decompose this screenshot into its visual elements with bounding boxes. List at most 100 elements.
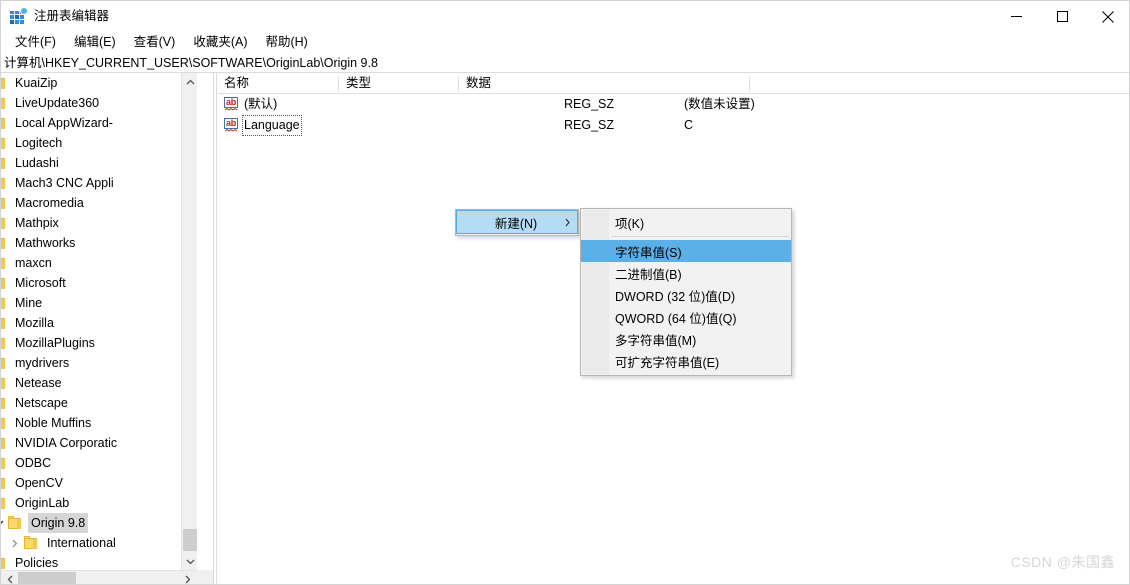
tree-vertical-scrollbar[interactable] [181,73,197,570]
tree-node[interactable]: KuaiZip [1,73,197,93]
tree-node[interactable]: Mine [1,293,197,313]
folder-icon [1,96,7,110]
tree-node-label: LiveUpdate360 [15,96,100,110]
address-bar[interactable]: 计算机\HKEY_CURRENT_USER\SOFTWARE\OriginLab… [1,54,1129,73]
tree-node-label: Mozilla [15,316,54,330]
tree-node[interactable]: Local AppWizard- [1,113,197,133]
scroll-right-arrow-icon[interactable] [179,571,196,584]
csdn-watermark: CSDN @朱国鑫 [1010,554,1115,570]
value-row[interactable]: ab Language REG_SZ C [218,115,1129,136]
tree-node[interactable]: NVIDIA Corporatic [1,433,197,453]
list-rows: ab (默认) REG_SZ (数值未设置) ab Language REG_SZ C [218,94,1129,136]
tree-indent-guide [1,533,7,553]
tree-node[interactable]: International [1,533,197,553]
context-menu-item[interactable]: QWORD (64 位)值(Q) [581,306,791,328]
folder-icon [1,196,7,210]
tree-node[interactable]: OpenCV [1,473,197,493]
tree-node-label: MozillaPlugins [15,336,95,350]
context-menu-item[interactable]: 多字符串值(M) [581,328,791,350]
tree-node-label: Origin 9.8 [28,513,89,533]
registry-editor-icon [10,7,27,25]
column-header-name[interactable]: 名称 [218,73,249,94]
pane-splitter[interactable] [213,73,217,584]
tree-node[interactable]: ODBC [1,453,197,473]
tree-node[interactable]: Mach3 CNC Appli [1,173,197,193]
tree-node-label: International [47,536,116,550]
tree-scrollbar-thumb[interactable] [183,529,197,551]
tree-node[interactable]: Mozilla [1,313,197,333]
tree-node[interactable]: Mathpix [1,213,197,233]
tree-node[interactable]: Policies [1,553,197,570]
folder-icon [1,216,7,230]
tree-node[interactable]: Mathworks [1,233,197,253]
tree-node[interactable]: Microsoft [1,273,197,293]
menu-separator [611,236,789,237]
menu-view[interactable]: 查看(V) [125,33,185,53]
scroll-up-arrow-icon[interactable] [182,73,198,90]
menu-edit[interactable]: 编辑(E) [65,33,125,53]
tree-node-label: Netscape [15,396,68,410]
menu-file[interactable]: 文件(F) [6,33,65,53]
tree-node[interactable]: maxcn [1,253,197,273]
submenu-arrow-icon [557,218,577,227]
tree-node[interactable]: MozillaPlugins [1,333,197,353]
column-header-type[interactable]: 类型 [340,73,371,94]
folder-icon [1,336,7,350]
column-header-data[interactable]: 数据 [460,73,491,94]
tree-node-label: Macromedia [15,196,84,210]
title-bar: 注册表编辑器 [1,1,1129,32]
tree-node-label: Ludashi [15,156,59,170]
column-divider[interactable] [338,76,339,92]
column-divider[interactable] [458,76,459,92]
context-menu-item-selected[interactable]: 字符串值(S) [581,240,791,262]
tree-node[interactable]: mydrivers [1,353,197,373]
folder-icon [1,116,7,130]
list-header: 名称 类型 数据 [218,73,1129,94]
value-type: REG_SZ [564,97,615,111]
tree-node[interactable]: Macromedia [1,193,197,213]
context-menu-item[interactable]: 项(K) [581,211,791,233]
tree-node[interactable]: LiveUpdate360 [1,93,197,113]
registry-tree-pane: KuaiZip LiveUpdate360 Local AppWizard- Logi… [1,73,213,584]
context-menu-item[interactable]: 二进制值(B) [581,262,791,284]
tree-node[interactable]: Noble Muffins [1,413,197,433]
tree-node-selected[interactable]: Origin 9.8 [1,513,197,533]
scroll-down-arrow-icon[interactable] [182,553,198,570]
string-value-icon: ab [224,118,239,132]
tree-node[interactable]: Logitech [1,133,197,153]
folder-icon [1,356,7,370]
tree-node-label: Policies [15,556,59,570]
tree-horizontal-scrollbar[interactable] [1,570,213,584]
tree-node-label: Mach3 CNC Appli [15,176,114,190]
context-menu-item-new[interactable]: 新建(N) [456,210,578,234]
minimize-button[interactable] [993,1,1039,32]
folder-icon [1,436,7,450]
maximize-button[interactable] [1039,1,1085,32]
tree-node[interactable]: OriginLab [1,493,197,513]
context-menu-new-submenu: 项(K) 字符串值(S) 二进制值(B) DWORD (32 位)值(D) QWORD … [580,208,792,376]
tree-node[interactable]: Ludashi [1,153,197,173]
folder-icon [1,476,7,490]
tree-node[interactable]: Netscape [1,393,197,413]
value-row[interactable]: ab (默认) REG_SZ (数值未设置) [218,94,1129,115]
address-path: 计算机\HKEY_CURRENT_USER\SOFTWARE\OriginLab… [4,56,378,70]
tree-hscrollbar-thumb[interactable] [18,572,76,584]
tree-node-label: OpenCV [15,476,63,490]
tree-node[interactable]: Netease [1,373,197,393]
folder-icon [1,396,7,410]
window-controls [993,1,1129,32]
tree-node-label: mydrivers [15,356,70,370]
close-button[interactable] [1085,1,1129,32]
scroll-left-arrow-icon[interactable] [1,571,18,584]
folder-icon [1,156,7,170]
menu-favorites[interactable]: 收藏夹(A) [184,33,256,53]
tree-node-label: Noble Muffins [15,416,92,430]
tree-twisty-collapsed-icon[interactable] [7,533,23,553]
context-menu-item[interactable]: DWORD (32 位)值(D) [581,284,791,306]
menu-help[interactable]: 帮助(H) [256,33,316,53]
folder-icon [7,516,23,530]
context-menu-item-new-label: 新建(N) [494,216,538,231]
context-menu-item[interactable]: 可扩充字符串值(E) [581,350,791,372]
column-divider[interactable] [749,76,750,92]
value-data: (数值未设置) [684,97,755,111]
